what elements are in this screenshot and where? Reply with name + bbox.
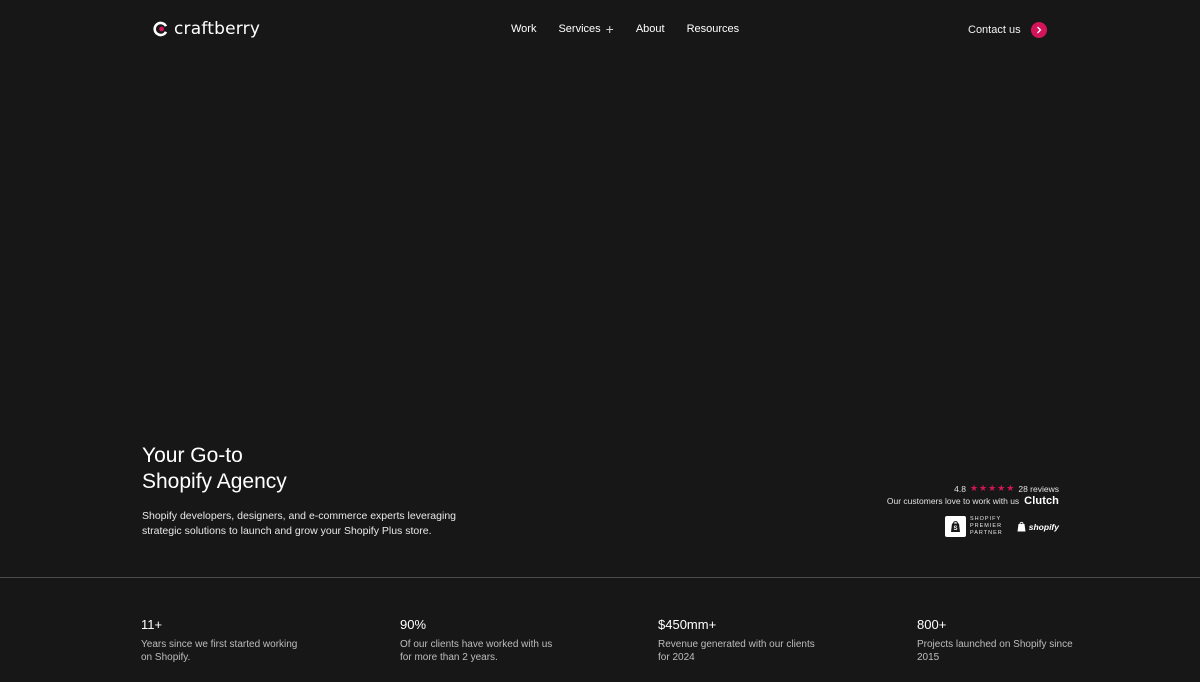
shopify-bag-icon	[1017, 521, 1026, 532]
nav-services-label: Services	[558, 23, 601, 35]
stat-value: 800+	[917, 617, 947, 632]
nav-resources[interactable]: Resources	[687, 23, 740, 35]
nav-services[interactable]: Services +	[558, 21, 614, 37]
star-icon: ★	[997, 483, 1006, 493]
reviews-count: 28 reviews	[1018, 483, 1059, 494]
page: craftberry Work Services + About Resourc…	[0, 0, 1200, 682]
craftberry-logo[interactable]: craftberry	[153, 19, 260, 39]
clutch-tagline: Our customers love to work with us	[886, 496, 1020, 506]
partner-line-2: PREMIER	[969, 523, 1003, 529]
shopify-logo: shopify	[1017, 521, 1059, 532]
clutch-logo[interactable]: Clutch	[1024, 495, 1059, 507]
contact-arrow-badge	[1030, 22, 1047, 38]
contact-us-label: Contact us	[968, 24, 1021, 36]
main-nav: Work Services + About Resources	[511, 21, 740, 37]
stat-description: Years since we first started working on …	[141, 639, 298, 663]
stat-value: 90%	[400, 617, 427, 632]
star-icon: ★	[1006, 483, 1015, 493]
partner-line-3: PARTNER	[969, 530, 1003, 536]
nav-work[interactable]: Work	[511, 23, 536, 35]
partner-text: SHOPIFY PREMIER PARTNER	[970, 516, 1003, 537]
hero-title-line-2: Shopify Agency	[142, 470, 287, 493]
chevron-right-icon	[1036, 26, 1042, 34]
stat-value: $450mm+	[658, 617, 717, 632]
stat-revenue: $450mm+ Revenue generated with our clien…	[658, 617, 858, 664]
rating-row: 4.8 ★ ★ ★ ★ ★ 28 reviews	[954, 483, 1059, 494]
section-divider	[0, 577, 1200, 578]
nav-work-label: Work	[511, 23, 537, 35]
hero-subtitle: Shopify developers, designers, and e-com…	[142, 510, 457, 537]
craftberry-logo-icon	[153, 21, 168, 37]
nav-about[interactable]: About	[636, 23, 665, 35]
stat-description: Of our clients have worked with us for m…	[400, 639, 553, 663]
svg-text:S: S	[953, 526, 957, 532]
star-icon: ★	[969, 483, 979, 493]
contact-us-button[interactable]: Contact us	[968, 22, 1047, 38]
star-icon: ★	[979, 483, 988, 493]
shopify-premier-partner-badge: S SHOPIFY PREMIER PARTNER	[944, 516, 1003, 537]
rating-value: 4.8	[954, 483, 966, 494]
star-rating: ★ ★ ★ ★ ★	[970, 483, 1014, 494]
stat-years: 11+ Years since we first started working…	[141, 617, 341, 664]
hero-title-line-1: Your Go-to	[142, 444, 243, 467]
nav-about-label: About	[635, 23, 665, 35]
stat-projects: 800+ Projects launched on Shopify since …	[917, 617, 1117, 664]
partner-badges: S SHOPIFY PREMIER PARTNER shopify	[944, 516, 1059, 537]
star-icon: ★	[988, 483, 997, 493]
clutch-row: Our customers love to work with us Clutc…	[887, 495, 1059, 507]
stat-retention: 90% Of our clients have worked with us f…	[400, 617, 600, 664]
partner-line-1: SHOPIFY	[969, 516, 1002, 522]
stat-description: Revenue generated with our clients for 2…	[658, 639, 815, 663]
shopify-bag-icon: S	[944, 516, 966, 537]
stat-description: Projects launched on Shopify since 2015	[917, 639, 1073, 663]
plus-icon: +	[605, 21, 614, 37]
logo-wordmark: craftberry	[174, 19, 261, 39]
hero-title: Your Go-to Shopify Agency	[142, 443, 287, 495]
site-header: craftberry Work Services + About Resourc…	[0, 0, 1200, 62]
stat-value: 11+	[141, 617, 163, 632]
shopify-wordmark: shopify	[1028, 521, 1059, 532]
nav-resources-label: Resources	[686, 23, 740, 35]
